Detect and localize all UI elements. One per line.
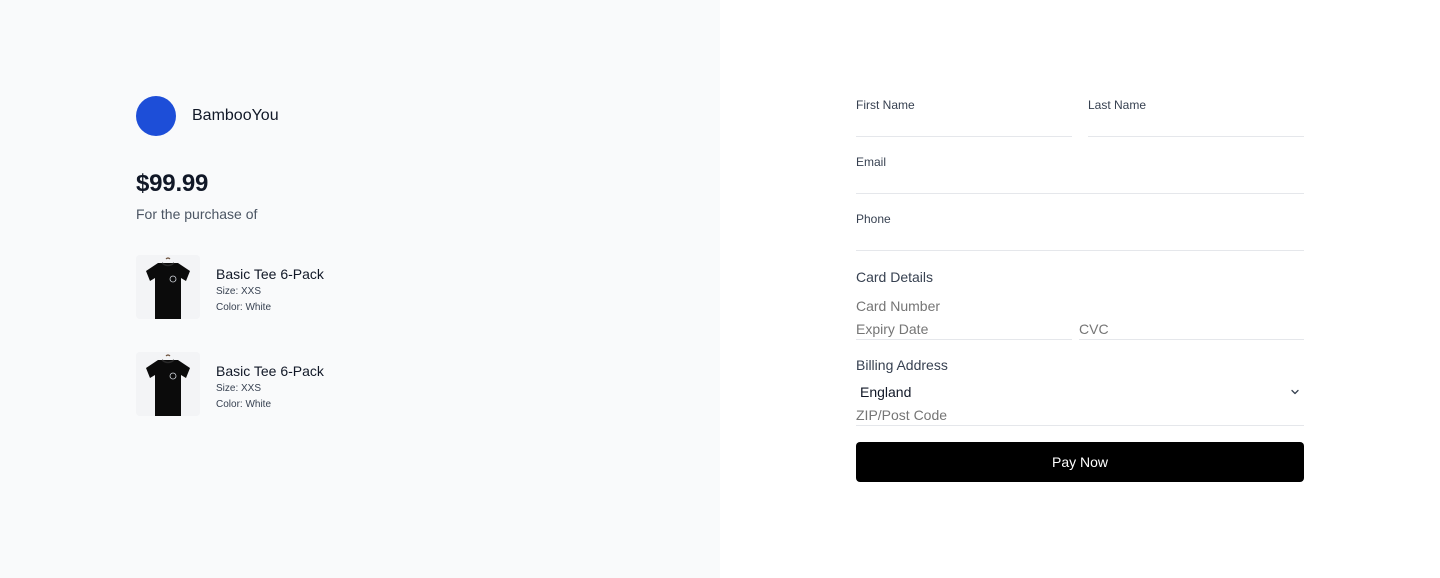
purchase-label: For the purchase of	[136, 206, 258, 222]
last-name-label: Last Name	[1088, 98, 1147, 112]
zip-code-field[interactable]	[856, 405, 1304, 426]
cvc-field[interactable]	[1079, 319, 1304, 340]
expiry-date-field[interactable]	[856, 319, 1072, 340]
tshirt-icon	[136, 255, 200, 319]
item-size: Size: XXS	[216, 286, 262, 297]
item-color: Color: White	[216, 302, 272, 313]
country-select[interactable]: England	[856, 382, 1304, 402]
list-item: Basic Tee 6-Pack Size: XXS Color: White	[136, 255, 536, 319]
item-size: Size: XXS	[216, 383, 262, 394]
chevron-down-icon	[1291, 389, 1299, 395]
checkout-form-panel	[720, 0, 1440, 578]
pay-now-button[interactable]: Pay Now	[856, 442, 1304, 482]
product-image	[136, 255, 200, 319]
billing-address-title: Billing Address	[856, 357, 948, 373]
email-label: Email	[856, 155, 887, 169]
first-name-field[interactable]	[856, 116, 1072, 137]
item-name: Basic Tee 6-Pack	[216, 363, 324, 379]
item-color: Color: White	[216, 399, 272, 410]
card-details-title: Card Details	[856, 269, 934, 285]
tshirt-icon	[136, 352, 200, 416]
list-item: Basic Tee 6-Pack Size: XXS Color: White	[136, 352, 536, 416]
order-total: $99.99	[136, 170, 209, 197]
brand: BambooYou	[136, 96, 279, 136]
product-image	[136, 352, 200, 416]
card-number-field[interactable]	[856, 296, 1304, 316]
country-selected-value: England	[860, 384, 912, 400]
item-name: Basic Tee 6-Pack	[216, 266, 324, 282]
last-name-field[interactable]	[1088, 116, 1304, 137]
order-summary-panel: BambooYou $99.99 For the purchase of Bas…	[0, 0, 720, 578]
phone-field[interactable]	[856, 230, 1304, 251]
brand-logo	[136, 96, 176, 136]
email-field[interactable]	[856, 173, 1304, 194]
first-name-label: First Name	[856, 98, 915, 112]
brand-name: BambooYou	[192, 107, 279, 124]
phone-label: Phone	[856, 212, 891, 226]
